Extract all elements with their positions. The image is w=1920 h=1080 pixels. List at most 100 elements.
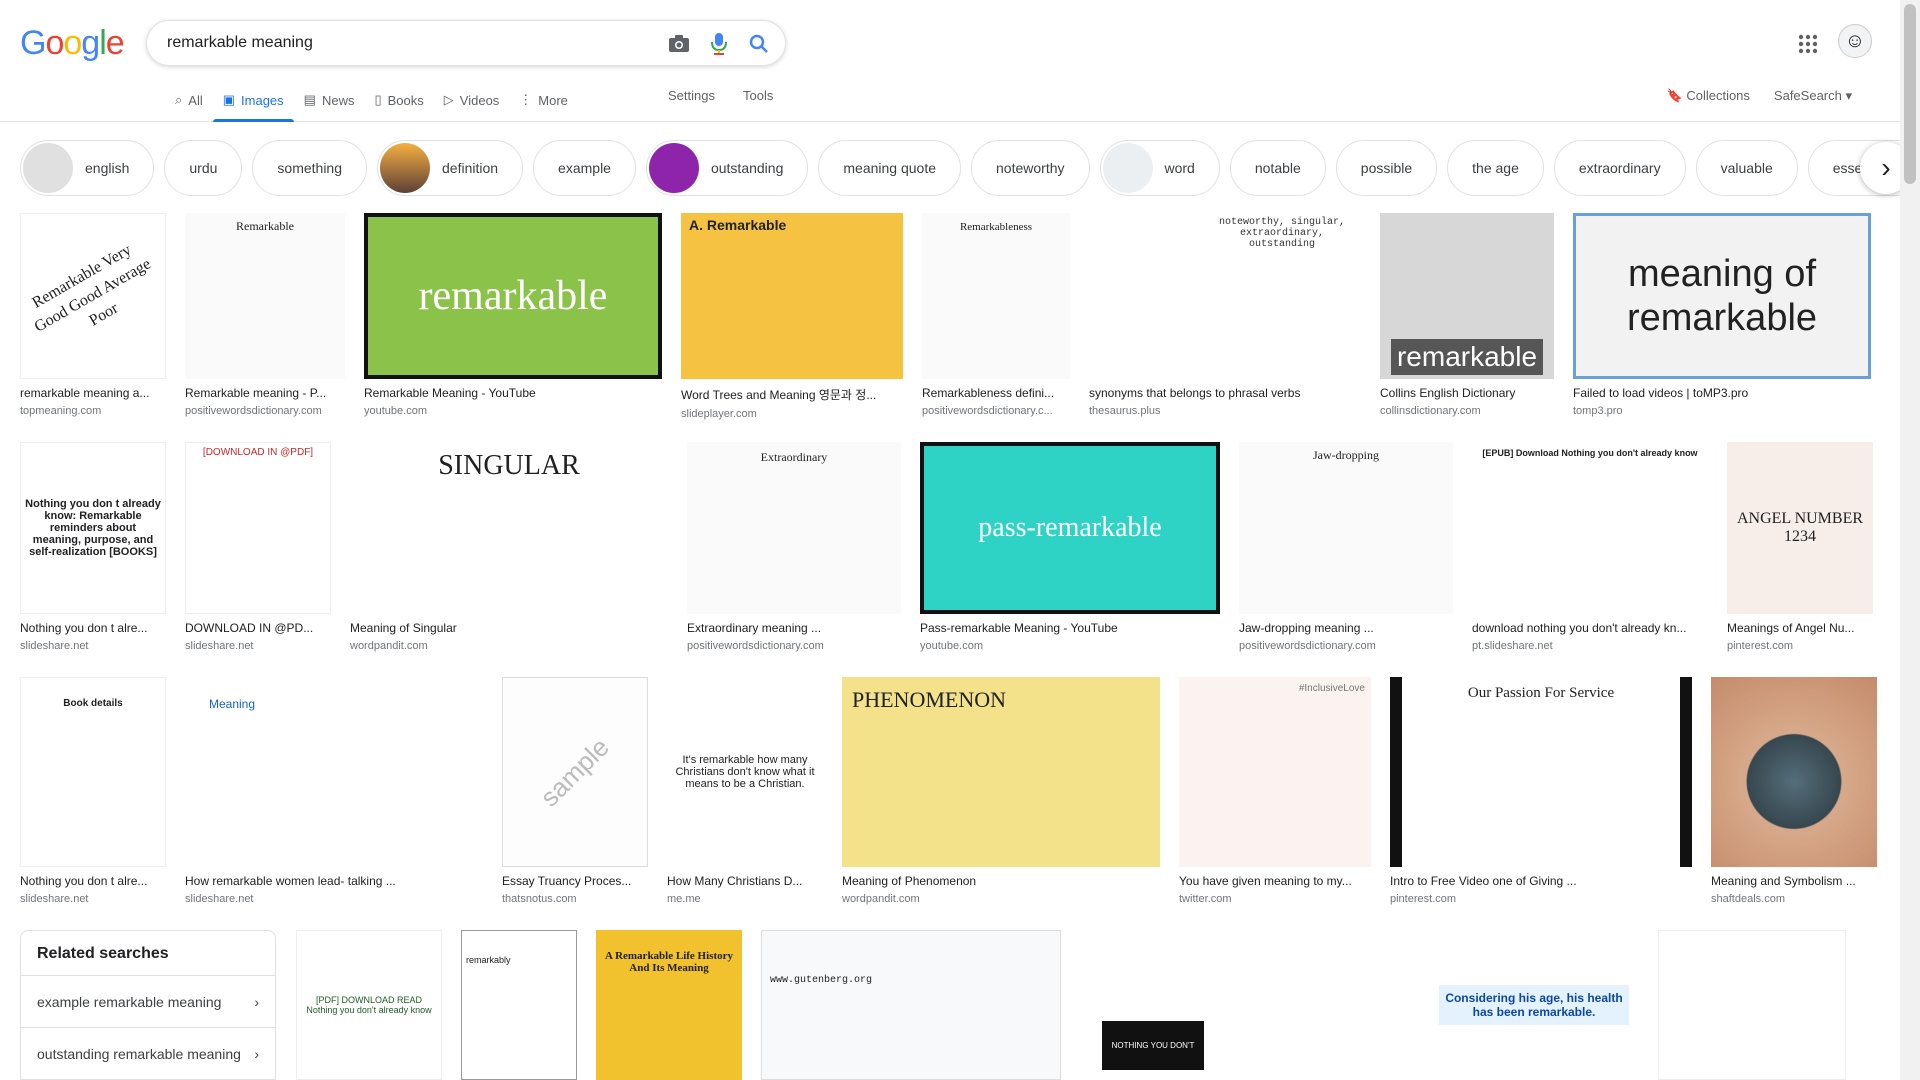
tab-news[interactable]: ▤ News — [294, 88, 365, 122]
chip-label: example — [558, 160, 611, 176]
result-source: pinterest.com — [1727, 640, 1794, 652]
search-tabs: ⌕ All ▣ Images ▤ News ▯ Books ▷ Videos ⋮ More — [165, 88, 578, 122]
thumbnail-text: [PDF] DOWNLOAD READ Nothing you don't al… — [306, 995, 432, 1015]
caret-down-icon: ▾ — [1841, 88, 1852, 103]
collections-link[interactable]: 🔖 Collections — [1667, 88, 1750, 104]
image-result[interactable]: Meaning and Symbolism ... shaftdeals.com — [1711, 677, 1877, 905]
result-thumbnail: noteworthy, singular, extraordinary, out… — [1089, 213, 1361, 379]
chip[interactable]: word — [1099, 140, 1220, 196]
thumbnail-text: pass-remarkable — [978, 512, 1162, 543]
chip[interactable]: possible — [1335, 140, 1438, 196]
image-result[interactable]: Jaw-dropping Jaw-dropping meaning ... po… — [1239, 442, 1453, 652]
settings-link[interactable]: Settings — [668, 88, 715, 103]
image-result[interactable]: Considering his age, his health has been… — [1245, 930, 1639, 1080]
bookmark-icon: 🔖 — [1666, 88, 1687, 103]
avatar[interactable]: ☺ — [1838, 24, 1872, 58]
tab-videos[interactable]: ▷ Videos — [434, 88, 510, 122]
chip[interactable]: example — [533, 140, 636, 196]
safesearch-dropdown[interactable]: SafeSearch ▾ — [1774, 88, 1852, 104]
scrollbar-thumb[interactable] — [1904, 4, 1916, 184]
thumbnail-text: remarkable — [1390, 339, 1544, 375]
chip-label: possible — [1360, 160, 1413, 176]
image-result[interactable]: PHENOMENON Meaning of Phenomenon wordpan… — [842, 677, 1160, 905]
image-result[interactable]: SINGULAR Meaning of Singular wordpandit.… — [350, 442, 668, 652]
image-result[interactable]: A. Remarkable Word Trees and Meaning 영문과… — [681, 213, 903, 420]
image-result[interactable]: Extraordinary Extraordinary meaning ... … — [687, 442, 901, 652]
result-thumbnail: ANGEL NUMBER 1234 — [1727, 442, 1873, 614]
result-source: wordpandit.com — [350, 640, 428, 652]
scrollbar[interactable] — [1900, 0, 1920, 1080]
chip[interactable]: outstanding — [645, 140, 809, 196]
tab-label: News — [321, 92, 355, 108]
chip[interactable]: english — [20, 140, 155, 196]
result-thumbnail: #InclusiveLove — [1179, 677, 1371, 867]
image-result[interactable]: [PDF] DOWNLOAD READ Nothing you don't al… — [296, 930, 442, 1080]
chip[interactable]: notable — [1229, 140, 1326, 196]
result-thumbnail: Remarkable Very Good Good Average Poor — [20, 213, 166, 379]
image-result[interactable]: NOTHING YOU DON'T — [1080, 930, 1226, 1080]
chip[interactable]: something — [252, 140, 367, 196]
image-result[interactable]: Remarkable Remarkable meaning - P... pos… — [185, 213, 345, 420]
apps-grid-icon[interactable] — [1796, 32, 1820, 56]
image-result[interactable]: Our Passion For Service Intro to Free Vi… — [1390, 677, 1692, 905]
image-result[interactable]: ANGEL NUMBER 1234 Meanings of Angel Nu..… — [1727, 442, 1873, 652]
tools-link[interactable]: Tools — [743, 88, 773, 103]
result-title: Remarkable meaning - P... — [185, 386, 327, 400]
related-search-item[interactable]: outstanding remarkable meaning › — [21, 1027, 275, 1079]
image-result[interactable]: Meaning How remarkable women lead- talki… — [185, 677, 483, 905]
image-result[interactable]: sample Essay Truancy Proces... thatsnotu… — [502, 677, 648, 905]
search-input[interactable]: remarkable meaning — [167, 34, 313, 52]
result-source: youtube.com — [920, 640, 983, 652]
image-result[interactable]: It's remarkable how many Christians don'… — [667, 677, 823, 905]
image-result[interactable]: remarkable Remarkable Meaning - YouTube … — [364, 213, 662, 420]
result-source: slideshare.net — [185, 640, 254, 652]
chip[interactable]: definition — [377, 140, 524, 196]
related-search-label: outstanding remarkable meaning — [37, 1045, 241, 1062]
image-result[interactable] — [1658, 930, 1846, 1080]
image-result[interactable]: Remarkable Very Good Good Average Poor r… — [20, 213, 166, 420]
tab-all[interactable]: ⌕ All — [165, 88, 213, 122]
image-result[interactable]: pass-remarkable Pass-remarkable Meaning … — [920, 442, 1220, 652]
image-result[interactable]: noteworthy, singular, extraordinary, out… — [1089, 213, 1361, 420]
result-source: pt.slideshare.net — [1472, 640, 1553, 652]
camera-icon[interactable] — [667, 32, 691, 56]
chip[interactable]: noteworthy — [971, 140, 1090, 196]
header: Google remarkable meaning ☺ ⌕ All ▣ Images… — [0, 0, 1900, 122]
tab-books[interactable]: ▯ Books — [364, 88, 433, 122]
thumbnail-text: [EPUB] Download Nothing you don't alread… — [1482, 448, 1698, 458]
image-result[interactable]: #InclusiveLove You have given meaning to… — [1179, 677, 1371, 905]
image-result[interactable]: meaning of remarkable Failed to load vid… — [1573, 213, 1871, 420]
image-result[interactable]: [DOWNLOAD IN @PDF] DOWNLOAD IN @PD... sl… — [185, 442, 331, 652]
tab-images[interactable]: ▣ Images — [212, 88, 294, 122]
chip-label: notable — [1254, 160, 1301, 176]
chip[interactable]: urdu — [164, 140, 243, 196]
microphone-icon[interactable] — [707, 32, 731, 56]
google-logo[interactable]: Google — [20, 24, 125, 63]
chip[interactable]: the age — [1447, 140, 1544, 196]
chip[interactable]: extraordinary — [1553, 140, 1686, 196]
result-thumbnail: PHENOMENON — [842, 677, 1160, 867]
tab-more[interactable]: ⋮ More — [509, 88, 578, 122]
image-result[interactable]: [EPUB] Download Nothing you don't alread… — [1472, 442, 1708, 652]
image-result[interactable]: Nothing you don t already know: Remarkab… — [20, 442, 166, 652]
chip[interactable]: valuable — [1695, 140, 1798, 196]
result-source: thesaurus.plus — [1089, 405, 1161, 417]
image-result[interactable]: Book details Nothing you don t alre... s… — [20, 677, 166, 905]
image-result[interactable]: www.gutenberg.org — [761, 930, 1061, 1080]
related-search-label: example remarkable meaning — [37, 993, 222, 1010]
image-result[interactable]: remarkable Collins English Dictionary co… — [1380, 213, 1554, 420]
image-result[interactable]: A Remarkable Life History And Its Meanin… — [596, 930, 742, 1080]
image-result[interactable]: remarkably — [461, 930, 577, 1080]
result-title: download nothing you don't already kn... — [1472, 621, 1687, 635]
image-result[interactable]: Remarkableness Remarkableness defini... … — [922, 213, 1070, 420]
thumbnail-text: Remarkable — [236, 219, 294, 233]
search-box[interactable]: remarkable meaning — [146, 20, 786, 66]
result-title: synonyms that belongs to phrasal verbs — [1089, 386, 1301, 400]
chip-label: meaning quote — [843, 160, 937, 176]
search-icon[interactable] — [747, 32, 771, 56]
result-source: positivewordsdictionary.com — [185, 405, 322, 417]
right-tools: 🔖 Collections SafeSearch ▾ — [1667, 88, 1852, 104]
thumbnail-text: www.gutenberg.org — [770, 975, 873, 986]
chip[interactable]: meaning quote — [818, 140, 962, 196]
related-search-item[interactable]: example remarkable meaning › — [21, 975, 275, 1027]
